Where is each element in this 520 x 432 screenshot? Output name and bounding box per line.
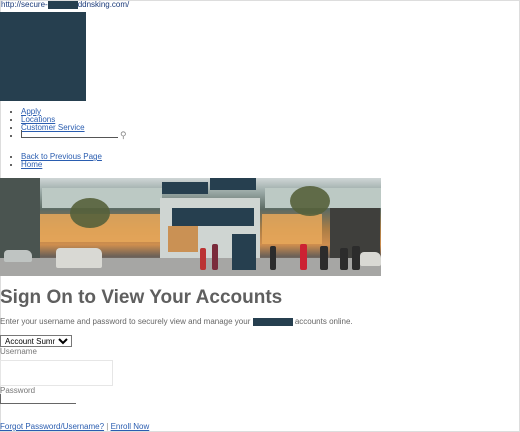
url-prefix: http://secure- <box>1 0 48 9</box>
bank-logo <box>0 12 86 101</box>
nav-item-home: Home <box>21 161 102 169</box>
nav-item-search: ⚲ <box>21 130 127 142</box>
forgot-password-link[interactable]: Forgot Password/Username? <box>0 422 104 431</box>
intro-text-end: accounts online. <box>294 317 353 326</box>
secondary-nav: Back to Previous Page Home <box>8 153 102 169</box>
enroll-now-link[interactable]: Enroll Now <box>111 422 150 431</box>
banner-image <box>0 178 381 276</box>
home-link[interactable]: Home <box>21 160 42 169</box>
url-suffix: ddnsking.com/ <box>77 0 130 9</box>
footer-links: Forgot Password/Username? | Enroll Now <box>0 422 149 431</box>
intro-redaction <box>252 317 293 326</box>
search-icon[interactable]: ⚲ <box>120 131 127 140</box>
account-select[interactable]: Account Summary <box>0 335 72 347</box>
search-input[interactable] <box>21 130 118 138</box>
username-input[interactable] <box>0 360 113 386</box>
main-nav: Apply Locations Customer Service ⚲ <box>8 108 127 142</box>
address-bar: http://secure-ddnsking.com/ <box>1 0 129 9</box>
url-redaction <box>47 0 78 9</box>
page-title: Sign On to View Your Accounts <box>0 287 283 308</box>
password-input[interactable] <box>0 394 76 404</box>
intro-text: Enter your username and password to secu… <box>0 317 353 326</box>
username-label: Username <box>0 347 37 356</box>
intro-text-start: Enter your username and password to secu… <box>0 317 251 326</box>
